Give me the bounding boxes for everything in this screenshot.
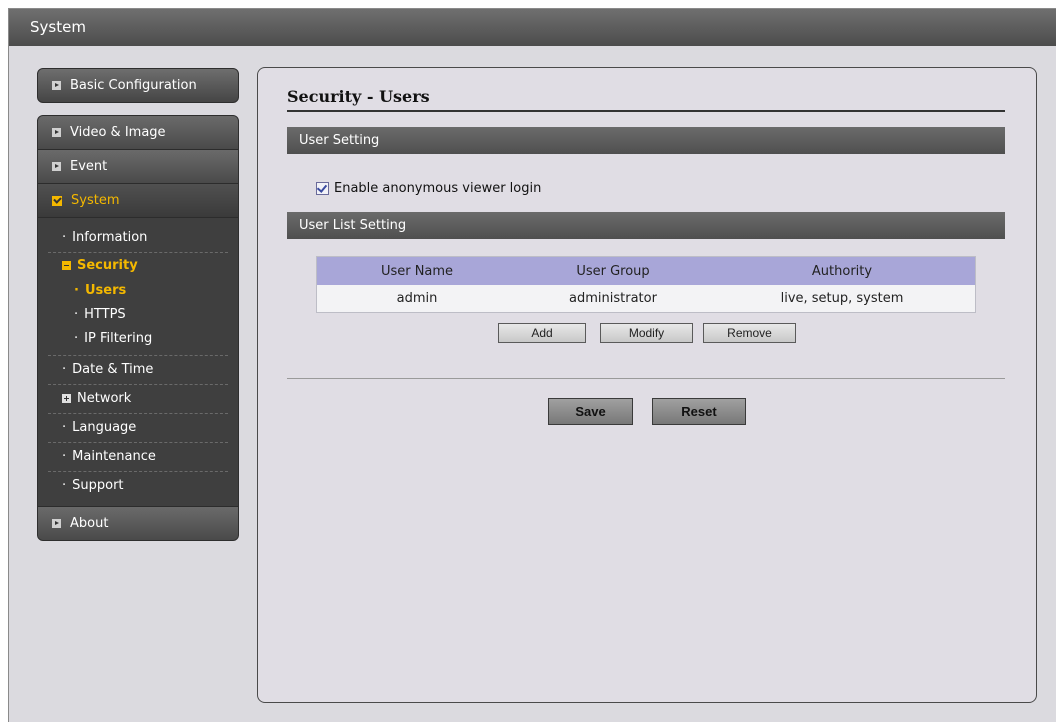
- table-cell: admin: [316, 285, 517, 313]
- column-header[interactable]: Authority: [709, 256, 976, 285]
- bullet-icon: ·: [62, 230, 67, 245]
- modify-user-button[interactable]: Modify: [600, 323, 693, 343]
- sidebar-item-label: About: [70, 516, 109, 531]
- sidebar-item-label: IP Filtering: [84, 331, 153, 346]
- sidebar-item-label: Network: [77, 391, 132, 406]
- user-list-header: User List Setting: [287, 212, 1005, 239]
- table-row[interactable]: admin administrator live, setup, system: [316, 285, 976, 313]
- system-submenu: · Information Security · Users · HTTPS · IP …: [38, 218, 238, 506]
- table-cell: administrator: [517, 285, 709, 313]
- anonymous-login-checkbox[interactable]: [316, 182, 329, 195]
- sidebar-item-information[interactable]: · Information: [48, 224, 228, 253]
- expand-plus-icon: [62, 394, 71, 403]
- bullet-icon: ·: [62, 362, 67, 377]
- app-frame: System Basic Configuration Video & Image…: [8, 8, 1056, 722]
- sidebar-item-label: Support: [72, 478, 124, 493]
- sidebar-item-about[interactable]: About: [38, 506, 238, 540]
- anonymous-login-row: Enable anonymous viewer login: [316, 181, 541, 196]
- bullet-icon: ·: [74, 283, 79, 298]
- sidebar-item-system[interactable]: System: [38, 184, 238, 218]
- user-list-table: User Name User Group Authority admin adm…: [316, 256, 976, 313]
- sidebar-item-label: Maintenance: [72, 449, 156, 464]
- user-setting-header: User Setting: [287, 127, 1005, 154]
- expand-arrow-icon: [52, 519, 61, 528]
- collapse-arrow-icon: [52, 195, 62, 206]
- table-header-row: User Name User Group Authority: [316, 256, 976, 285]
- sidebar-item-label: Language: [72, 420, 137, 435]
- sidebar-item-security[interactable]: Security: [48, 253, 228, 279]
- sidebar-item-language[interactable]: · Language: [48, 414, 228, 443]
- sidebar-item-label: Basic Configuration: [70, 78, 197, 93]
- sidebar-item-video-image[interactable]: Video & Image: [38, 116, 238, 150]
- collapse-minus-icon: [62, 261, 71, 270]
- sidebar-item-support[interactable]: · Support: [48, 472, 228, 500]
- bullet-icon: ·: [62, 420, 67, 435]
- save-button[interactable]: Save: [548, 398, 633, 425]
- expand-arrow-icon: [52, 128, 61, 137]
- top-bar: System: [9, 9, 1056, 46]
- bullet-icon: ·: [62, 449, 67, 464]
- top-bar-title: System: [30, 18, 86, 36]
- expand-arrow-icon: [52, 81, 61, 90]
- sidebar-item-users[interactable]: · Users: [48, 279, 228, 303]
- sidebar-item-label: Security: [77, 258, 138, 273]
- sidebar-item-basic-configuration[interactable]: Basic Configuration: [37, 68, 239, 103]
- sidebar-item-label: Date & Time: [72, 362, 154, 377]
- sidebar: Basic Configuration Video & Image Event …: [37, 68, 239, 541]
- sidebar-item-label: Information: [72, 230, 148, 245]
- sidebar-item-maintenance[interactable]: · Maintenance: [48, 443, 228, 472]
- bullet-icon: ·: [62, 478, 67, 493]
- sidebar-item-ip-filtering[interactable]: · IP Filtering: [48, 327, 228, 356]
- remove-user-button[interactable]: Remove: [703, 323, 796, 343]
- sidebar-item-date-time[interactable]: · Date & Time: [48, 356, 228, 385]
- sidebar-item-label: System: [71, 193, 120, 208]
- column-header[interactable]: User Group: [517, 256, 709, 285]
- column-header[interactable]: User Name: [316, 256, 517, 285]
- sidebar-item-network[interactable]: Network: [48, 385, 228, 414]
- bullet-icon: ·: [74, 307, 79, 322]
- sidebar-item-label: HTTPS: [84, 307, 126, 322]
- sidebar-item-label: Event: [70, 159, 108, 174]
- divider: [287, 378, 1005, 379]
- sidebar-item-label: Users: [84, 283, 127, 298]
- main-panel: Security - Users User Setting Enable ano…: [257, 67, 1037, 703]
- expand-arrow-icon: [52, 162, 61, 171]
- sidebar-item-label: Video & Image: [70, 125, 166, 140]
- anonymous-login-label: Enable anonymous viewer login: [334, 181, 542, 196]
- sidebar-group: Video & Image Event System · Information …: [37, 115, 239, 541]
- sidebar-item-event[interactable]: Event: [38, 150, 238, 184]
- table-cell: live, setup, system: [709, 285, 976, 313]
- page-title: Security - Users: [287, 87, 1005, 112]
- add-user-button[interactable]: Add: [498, 323, 586, 343]
- reset-button[interactable]: Reset: [652, 398, 746, 425]
- bullet-icon: ·: [74, 331, 79, 346]
- sidebar-item-https[interactable]: · HTTPS: [48, 303, 228, 327]
